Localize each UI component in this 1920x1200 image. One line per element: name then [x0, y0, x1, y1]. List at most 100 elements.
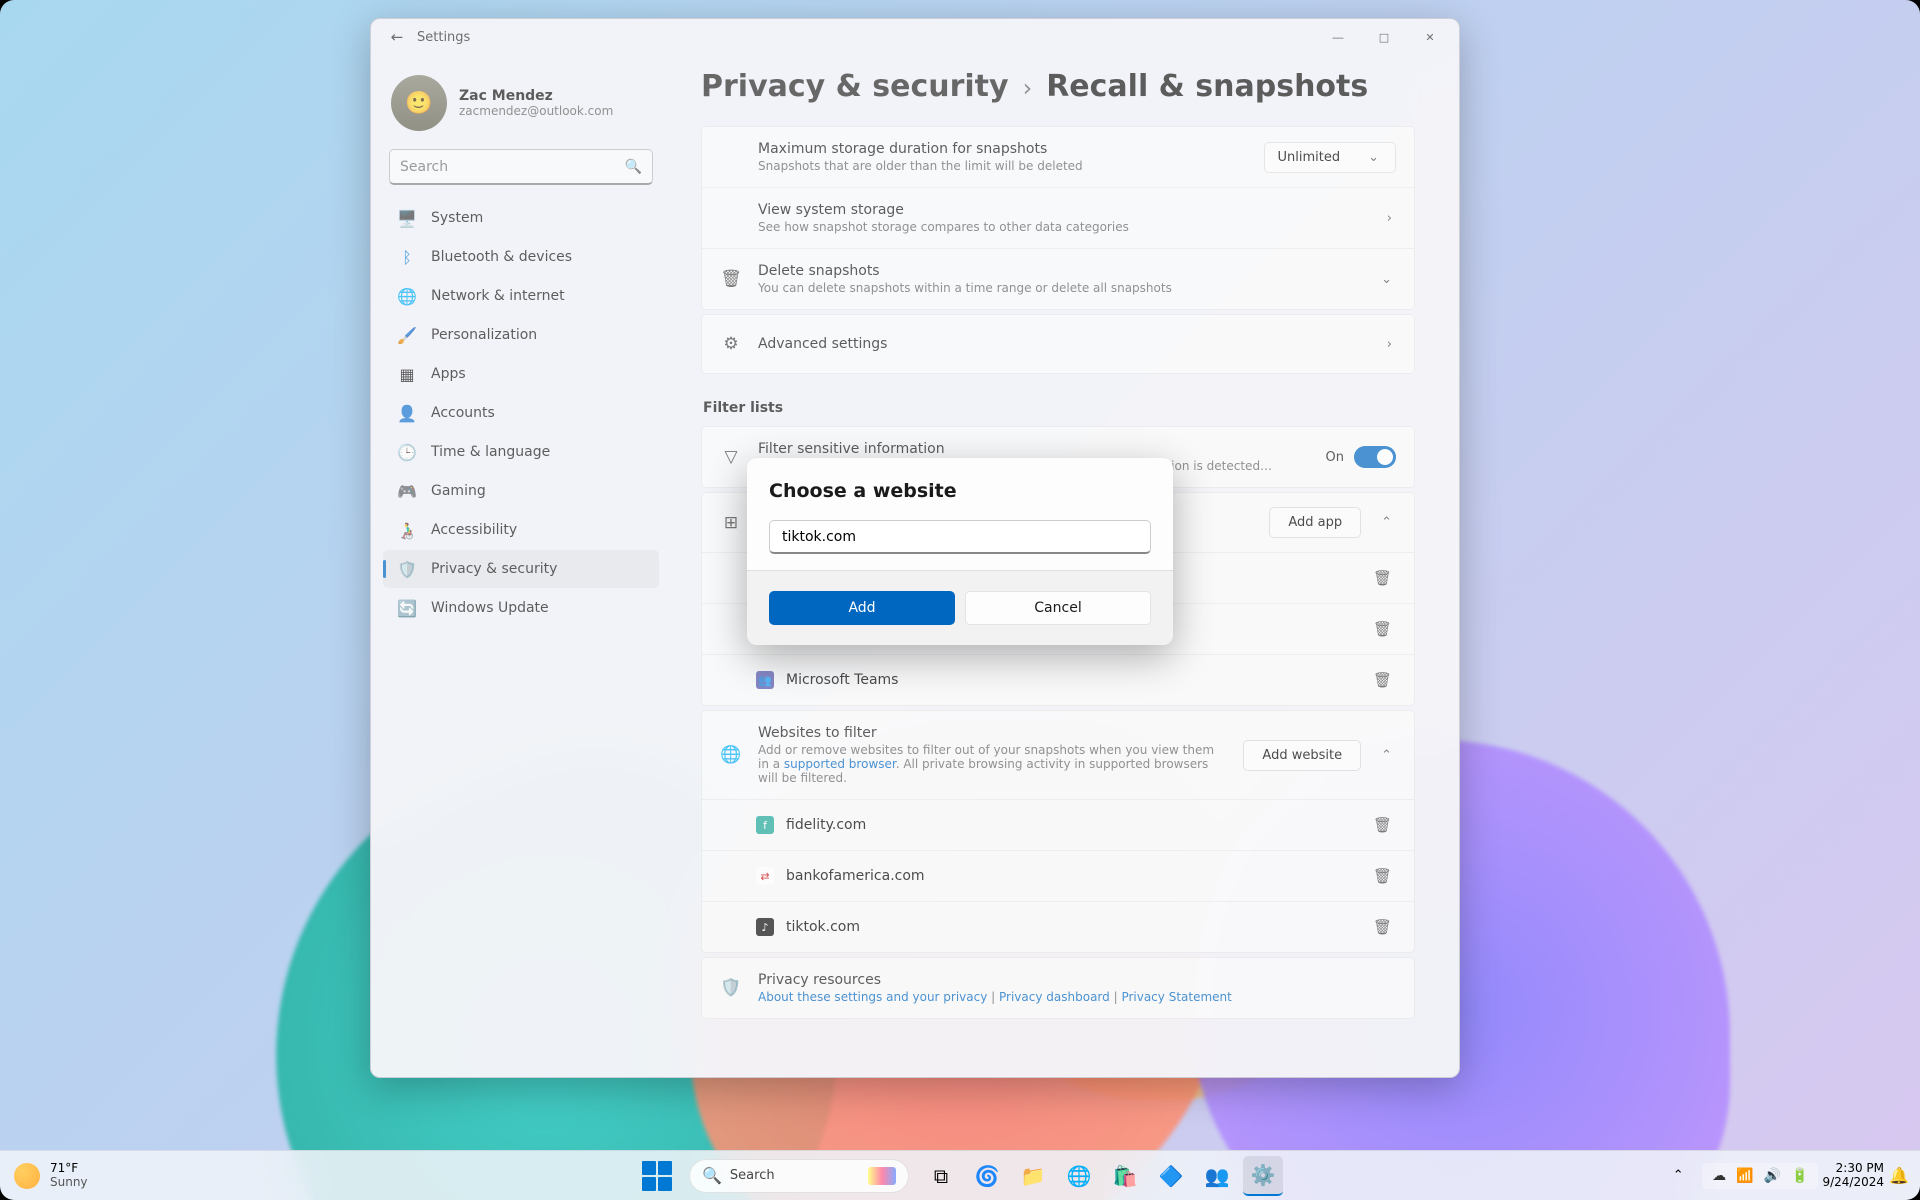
bluetooth-icon: ᛒ [397, 247, 417, 267]
shield-icon: 🛡️ [720, 978, 742, 998]
about-settings-link[interactable]: About these settings and your privacy [758, 990, 987, 1004]
website-filter-item-fidelity: f fidelity.com 🗑 [702, 799, 1414, 850]
gear-icon: ⚙ [720, 334, 742, 354]
delete-icon[interactable]: 🗑 [1369, 616, 1396, 642]
site-icon: f [756, 816, 774, 834]
teams-icon: 👥 [756, 671, 774, 689]
chevron-right-icon: › [1383, 211, 1396, 226]
profile-block[interactable]: 🙂 Zac Mendez zacmendez@outlook.com [379, 65, 663, 149]
chevron-right-icon: › [1383, 337, 1396, 352]
nav-accounts[interactable]: 👤Accounts [383, 394, 659, 432]
back-button[interactable]: ← [377, 28, 417, 46]
search-box[interactable]: 🔍 [389, 149, 653, 185]
start-button[interactable] [637, 1156, 677, 1196]
copilot-app-icon[interactable]: 🔷 [1151, 1156, 1191, 1196]
gaming-icon: 🎮 [397, 481, 417, 501]
choose-website-dialog: Choose a website Add Cancel [747, 458, 1173, 645]
search-icon: 🔍 [625, 159, 642, 175]
nav-bluetooth[interactable]: ᛒBluetooth & devices [383, 238, 659, 276]
weather-condition: Sunny [50, 1176, 88, 1190]
filter-icon: ▽ [720, 447, 742, 467]
taskbar: 71°F Sunny 🔍 Search ⧉ 🌀 📁 🌐 🛍️ 🔷 👥 ⚙️ ⌃ … [0, 1150, 1920, 1200]
task-view-icon[interactable]: ⧉ [921, 1156, 961, 1196]
sensitive-toggle[interactable] [1354, 446, 1396, 468]
weather-widget[interactable]: 71°F Sunny [14, 1162, 88, 1190]
row-websites-to-filter[interactable]: 🌐 Websites to filter Add or remove websi… [702, 711, 1414, 799]
delete-icon[interactable]: 🗑 [1369, 914, 1396, 940]
nav-privacy[interactable]: 🛡️Privacy & security [383, 550, 659, 588]
titlebar: ← Settings ― □ ✕ [371, 19, 1459, 55]
add-website-button[interactable]: Add website [1243, 740, 1361, 771]
wifi-icon: 📶 [1736, 1168, 1753, 1184]
copilot-icon[interactable]: 🌀 [967, 1156, 1007, 1196]
dialog-add-button[interactable]: Add [769, 591, 955, 625]
supported-browser-link[interactable]: supported browser [784, 757, 896, 771]
nav-network[interactable]: 🌐Network & internet [383, 277, 659, 315]
close-button[interactable]: ✕ [1407, 19, 1453, 55]
privacy-dashboard-link[interactable]: Privacy dashboard [999, 990, 1110, 1004]
notifications-icon[interactable]: 🔔 [1888, 1166, 1910, 1185]
apps-grid-icon: ⊞ [720, 513, 742, 533]
delete-icon[interactable]: 🗑 [1369, 565, 1396, 591]
nav-personalization[interactable]: 🖌️Personalization [383, 316, 659, 354]
site-icon: ⇄ [756, 867, 774, 885]
profile-name: Zac Mendez [459, 88, 613, 104]
nav-apps[interactable]: ▦Apps [383, 355, 659, 393]
weather-sun-icon [14, 1163, 40, 1189]
tray-overflow-icon[interactable]: ⌃ [1658, 1156, 1698, 1196]
website-filter-item-tiktok: ♪ tiktok.com 🗑 [702, 901, 1414, 952]
globe-icon: 🌐 [720, 745, 742, 765]
edge-icon[interactable]: 🌐 [1059, 1156, 1099, 1196]
taskbar-clock[interactable]: 2:30 PM 9/24/2024 [1822, 1162, 1884, 1190]
chevron-right-icon: › [1023, 74, 1033, 102]
system-tray[interactable]: ☁ 📶 🔊 🔋 [1702, 1163, 1818, 1189]
settings-taskbar-icon[interactable]: ⚙️ [1243, 1156, 1283, 1196]
explorer-icon[interactable]: 📁 [1013, 1156, 1053, 1196]
weather-temp: 71°F [50, 1162, 88, 1176]
toggle-label: On [1326, 450, 1344, 465]
website-input[interactable] [769, 520, 1151, 554]
taskbar-search[interactable]: 🔍 Search [689, 1159, 909, 1193]
dialog-cancel-button[interactable]: Cancel [965, 591, 1151, 625]
person-icon: 👤 [397, 403, 417, 423]
privacy-statement-link[interactable]: Privacy Statement [1121, 990, 1231, 1004]
avatar: 🙂 [391, 75, 447, 131]
filter-lists-heading: Filter lists [703, 400, 1415, 416]
nav-update[interactable]: 🔄Windows Update [383, 589, 659, 627]
store-icon[interactable]: 🛍️ [1105, 1156, 1145, 1196]
nav-gaming[interactable]: 🎮Gaming [383, 472, 659, 510]
breadcrumb: Privacy & security › Recall & snapshots [701, 69, 1415, 104]
onedrive-icon: ☁ [1712, 1168, 1726, 1184]
teams-icon[interactable]: 👥 [1197, 1156, 1237, 1196]
website-filter-item-bofa: ⇄ bankofamerica.com 🗑 [702, 850, 1414, 901]
search-input[interactable] [400, 159, 625, 175]
row-advanced-settings[interactable]: ⚙ Advanced settings › [702, 315, 1414, 373]
minimize-button[interactable]: ― [1315, 19, 1361, 55]
nav-accessibility[interactable]: 👨‍🦽Accessibility [383, 511, 659, 549]
shield-icon: 🛡️ [397, 559, 417, 579]
site-icon: ♪ [756, 918, 774, 936]
delete-icon[interactable]: 🗑 [1369, 812, 1396, 838]
row-view-storage[interactable]: View system storage See how snapshot sto… [702, 187, 1414, 248]
add-app-button[interactable]: Add app [1269, 507, 1361, 538]
chevron-up-icon: ⌃ [1377, 748, 1396, 763]
dialog-title: Choose a website [769, 480, 1151, 502]
chevron-up-icon: ⌃ [1377, 515, 1396, 530]
delete-icon[interactable]: 🗑 [1369, 667, 1396, 693]
profile-email: zacmendez@outlook.com [459, 104, 613, 118]
nav-time[interactable]: 🕒Time & language [383, 433, 659, 471]
accessibility-icon: 👨‍🦽 [397, 520, 417, 540]
maximize-button[interactable]: □ [1361, 19, 1407, 55]
trash-icon: 🗑 [720, 269, 742, 289]
apps-icon: ▦ [397, 364, 417, 384]
delete-icon[interactable]: 🗑 [1369, 863, 1396, 889]
battery-icon: 🔋 [1791, 1168, 1808, 1184]
search-highlight-icon [868, 1167, 896, 1185]
row-max-duration[interactable]: Maximum storage duration for snapshots S… [702, 127, 1414, 187]
row-delete-snapshots[interactable]: 🗑 Delete snapshots You can delete snapsh… [702, 248, 1414, 309]
row-privacy-resources: 🛡️ Privacy resources About these setting… [702, 958, 1414, 1018]
nav-system[interactable]: 🖥️System [383, 199, 659, 237]
breadcrumb-parent[interactable]: Privacy & security [701, 69, 1009, 104]
update-icon: 🔄 [397, 598, 417, 618]
max-duration-dropdown[interactable]: Unlimited ⌄ [1264, 142, 1396, 173]
